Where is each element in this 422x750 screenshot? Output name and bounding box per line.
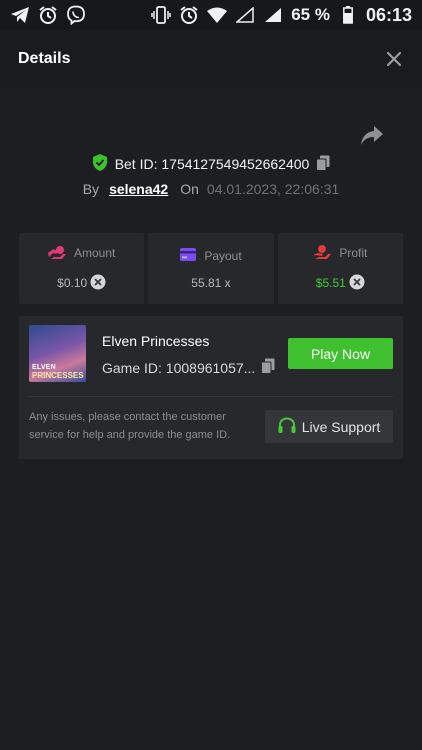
stat-value: $0.10	[57, 276, 88, 290]
stat-label: Payout	[204, 248, 242, 263]
alarm-icon	[179, 5, 199, 25]
status-bar-left	[10, 5, 86, 25]
verified-shield-icon	[92, 154, 108, 174]
game-id: Game ID: 1008961057...	[102, 359, 256, 376]
username-link[interactable]: selena42	[109, 181, 168, 197]
page-title: Details	[18, 50, 71, 67]
currency-badge-icon	[349, 274, 365, 293]
on-label: On	[180, 181, 199, 197]
signal-empty-icon	[235, 5, 255, 25]
support-message: Any issues, please contact the customer …	[29, 411, 231, 441]
stat-payout: Payout 55.81 x	[148, 233, 274, 304]
by-label: By	[82, 181, 100, 197]
alarm-icon	[38, 5, 58, 25]
stat-value: $5.51	[315, 276, 346, 290]
telegram-icon	[10, 5, 30, 25]
stat-label: Profit	[339, 246, 368, 260]
game-id-row: Game ID: 1008961057...	[102, 358, 275, 377]
share-button[interactable]	[359, 124, 385, 148]
play-now-button[interactable]: Play Now	[288, 338, 393, 369]
share-icon	[361, 126, 383, 145]
battery-percent: 65 %	[291, 5, 330, 24]
payout-card-icon	[180, 247, 197, 264]
copy-icon	[316, 155, 330, 171]
bet-id-row: Bet ID: 1754127549452662400	[0, 153, 422, 175]
copy-bet-id-button[interactable]	[316, 155, 330, 174]
stat-amount: Amount $0.10	[19, 233, 145, 304]
live-support-button[interactable]: Live Support	[265, 410, 393, 443]
profit-icon	[313, 244, 332, 262]
vibrate-icon	[151, 5, 171, 25]
signal-icon	[263, 5, 283, 25]
bet-by-row: By selena42 On 04.01.2023, 22:06:31	[0, 178, 422, 200]
currency-badge-icon	[90, 274, 106, 293]
close-button[interactable]	[384, 49, 404, 69]
close-icon	[386, 51, 402, 67]
game-thumbnail-title-top: ELVEN	[32, 364, 56, 371]
viber-icon	[66, 5, 86, 25]
status-bar: 65 % 06:13	[0, 0, 422, 30]
details-header: Details	[0, 30, 422, 88]
battery-icon	[338, 5, 358, 25]
game-name: Elven Princesses	[102, 333, 210, 349]
game-thumbnail[interactable]: ELVEN PRINCESSES	[29, 325, 86, 382]
game-thumbnail-title-bottom: PRINCESSES	[32, 371, 84, 380]
stat-label: Amount	[73, 246, 116, 260]
wifi-icon	[207, 5, 228, 25]
bet-stats: Amount $0.10 Payout 55.81 x Profit $5.51	[19, 233, 403, 304]
amount-icon	[47, 245, 66, 262]
divider	[29, 396, 393, 397]
bet-date: 04.01.2023, 22:06:31	[206, 181, 340, 197]
copy-game-id-button[interactable]	[261, 358, 275, 377]
bet-id: Bet ID: 1754127549452662400	[114, 156, 310, 172]
stat-profit: Profit $5.51	[277, 233, 403, 304]
game-card: ELVEN PRINCESSES Elven Princesses Game I…	[19, 316, 403, 459]
status-bar-right: 65 % 06:13	[151, 5, 412, 26]
copy-icon	[261, 358, 275, 374]
stat-value: 55.81 x	[191, 275, 231, 290]
clock: 06:13	[365, 4, 412, 25]
headset-icon	[278, 416, 296, 437]
live-support-label: Live Support	[301, 418, 381, 435]
